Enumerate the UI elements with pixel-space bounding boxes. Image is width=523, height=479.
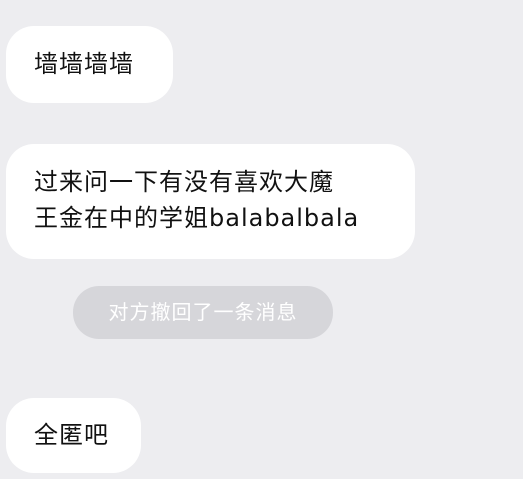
message-bubble[interactable]: 过来问一下有没有喜欢大魔 王金在中的学姐balabalbala	[6, 144, 415, 259]
message-text-line: 王金在中的学姐balabalbala	[34, 204, 360, 232]
message-bubble[interactable]: 墙墙墙墙	[6, 26, 173, 103]
chat-transcript: 墙墙墙墙 过来问一下有没有喜欢大魔 王金在中的学姐balabalbala 对方撤…	[0, 0, 523, 479]
message-text: 墙墙墙墙	[34, 50, 134, 78]
message-text: 全匿吧	[34, 421, 109, 449]
message-bubble[interactable]: 全匿吧	[6, 398, 141, 473]
message-text-line: 过来问一下有没有喜欢大魔	[34, 168, 334, 196]
recalled-message-notice: 对方撤回了一条消息	[73, 286, 333, 339]
